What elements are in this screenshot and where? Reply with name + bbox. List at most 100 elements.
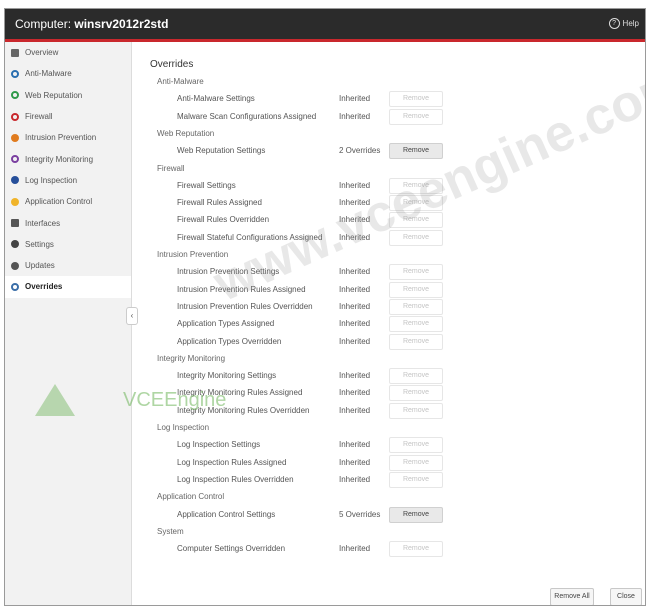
remove-button[interactable]: Remove (389, 281, 443, 298)
sidebar-item-integrity-monitoring[interactable]: Integrity Monitoring (5, 148, 131, 169)
close-button[interactable]: Close (610, 588, 642, 605)
section-header: Intrusion Prevention (132, 249, 645, 261)
override-status: Inherited (339, 301, 371, 311)
anti-malware-icon (11, 69, 19, 78)
setting-name: Computer Settings Overridden (177, 544, 286, 554)
override-row: Log Inspection Settings Inherited Remove (132, 437, 645, 454)
sidebar-item-settings[interactable]: Settings (5, 234, 131, 255)
override-row: Computer Settings Overridden Inherited Rem… (132, 541, 645, 558)
remove-button[interactable]: Remove (389, 506, 443, 523)
remove-button[interactable]: Remove (389, 212, 443, 229)
sidebar-item-label: Updates (25, 261, 55, 271)
remove-button[interactable]: Remove (389, 91, 443, 108)
setting-name: Application Types Overridden (177, 336, 282, 346)
remove-all-button[interactable]: Remove All (550, 588, 594, 605)
remove-button[interactable]: Remove (389, 316, 443, 333)
remove-button[interactable]: Remove (389, 471, 443, 488)
override-row: Application Types Overridden Inherited Rem… (132, 333, 645, 350)
setting-name: Firewall Rules Assigned (177, 198, 262, 208)
setting-name: Firewall Settings (177, 180, 236, 190)
integrity-monitoring-icon (11, 155, 19, 164)
sidebar-item-label: Log Inspection (25, 175, 78, 185)
sidebar-item-label: Anti-Malware (25, 69, 72, 79)
sidebar-item-web-reputation[interactable]: Web Reputation (5, 85, 131, 106)
sidebar-item-label: Web Reputation (25, 90, 83, 100)
remove-button[interactable]: Remove (389, 333, 443, 350)
section-header: Anti-Malware (132, 76, 645, 88)
override-status: Inherited (339, 111, 371, 121)
setting-name: Intrusion Prevention Rules Assigned (177, 284, 306, 294)
remove-button[interactable]: Remove (389, 108, 443, 125)
override-status: 5 Overrides (339, 509, 381, 519)
section-header: Firewall (132, 163, 645, 175)
section-title: Firewall (157, 163, 185, 173)
override-status: Inherited (339, 544, 371, 554)
remove-button[interactable]: Remove (389, 402, 443, 419)
setting-name: Anti-Malware Settings (177, 94, 255, 104)
sidebar-item-firewall[interactable]: Firewall (5, 106, 131, 127)
remove-button[interactable]: Remove (389, 454, 443, 471)
remove-button[interactable]: Remove (389, 385, 443, 402)
override-status: Inherited (339, 94, 371, 104)
setting-name: Application Control Settings (177, 509, 276, 519)
window-header: Computer: winsrv2012r2std ? Help (5, 9, 645, 39)
remove-button[interactable]: Remove (389, 298, 443, 315)
setting-name: Application Types Assigned (177, 319, 275, 329)
remove-button[interactable]: Remove (389, 143, 443, 160)
sidebar-item-application-control[interactable]: Application Control (5, 191, 131, 212)
computer-hostname: winsrv2012r2std (74, 17, 169, 31)
web-reputation-icon (11, 91, 19, 100)
override-row: Malware Scan Configurations Assigned Inhe… (132, 108, 645, 125)
window-title: Computer: winsrv2012r2std (15, 17, 169, 31)
remove-button[interactable]: Remove (389, 541, 443, 558)
remove-button[interactable]: Remove (389, 195, 443, 212)
remove-button[interactable]: Remove (389, 229, 443, 246)
remove-button[interactable]: Remove (389, 177, 443, 194)
help-link[interactable]: ? Help (608, 18, 639, 29)
firewall-icon (11, 112, 19, 121)
override-status: Inherited (339, 180, 371, 190)
sidebar-item-overrides[interactable]: Overrides (5, 276, 131, 298)
override-row: Firewall Stateful Configurations Assigne… (132, 229, 645, 246)
override-row: Integrity Monitoring Rules Assigned Inher… (132, 385, 645, 402)
override-row: Application Types Assigned Inherited Remov… (132, 316, 645, 333)
override-status: Inherited (339, 284, 371, 294)
sidebar-nav: Overview Anti-Malware Web Reputation Firewa… (5, 42, 132, 605)
sidebar-item-label: Firewall (25, 112, 53, 122)
setting-name: Web Reputation Settings (177, 146, 266, 156)
question-mark-icon: ? (608, 18, 620, 29)
setting-name: Integrity Monitoring Rules Overridden (177, 405, 310, 415)
override-status: 2 Overrides (339, 146, 381, 156)
override-status: Inherited (339, 319, 371, 329)
remove-button[interactable]: Remove (389, 264, 443, 281)
remove-button[interactable]: Remove (389, 368, 443, 385)
updates-icon (11, 261, 19, 270)
override-status: Inherited (339, 457, 371, 467)
section-header: Web Reputation (132, 128, 645, 140)
sidebar-item-updates[interactable]: Updates (5, 255, 131, 276)
override-row: Intrusion Prevention Rules Assigned Inher… (132, 281, 645, 298)
section-header: System (132, 526, 645, 538)
sidebar-item-label: Interfaces (25, 218, 61, 228)
section-title: Integrity Monitoring (157, 353, 226, 363)
setting-name: Log Inspection Rules Assigned (177, 457, 287, 467)
remove-button[interactable]: Remove (389, 437, 443, 454)
override-status: Inherited (339, 336, 371, 346)
interfaces-icon (11, 219, 19, 228)
sidebar-item-log-inspection[interactable]: Log Inspection (5, 170, 131, 191)
override-status: Inherited (339, 405, 371, 415)
override-row: Application Control Settings 5 Overrides R… (132, 506, 645, 523)
section-header: Log Inspection (132, 422, 645, 434)
sidebar-item-overview[interactable]: Overview (5, 42, 131, 63)
setting-name: Intrusion Prevention Settings (177, 267, 280, 277)
sidebar-item-anti-malware[interactable]: Anti-Malware (5, 63, 131, 84)
override-row: Integrity Monitoring Settings Inherited Re… (132, 368, 645, 385)
setting-name: Log Inspection Rules Overridden (177, 474, 294, 484)
override-row: Intrusion Prevention Rules Overridden Inh… (132, 298, 645, 315)
override-row: Firewall Rules Assigned Inherited Remove (132, 195, 645, 212)
sidebar-item-intrusion-prevention[interactable]: Intrusion Prevention (5, 127, 131, 148)
setting-name: Firewall Stateful Configurations Assigne… (177, 232, 323, 242)
override-row: Log Inspection Rules Overridden Inherited… (132, 471, 645, 488)
sidebar-item-interfaces[interactable]: Interfaces (5, 212, 131, 233)
section-title: Application Control (157, 492, 225, 502)
